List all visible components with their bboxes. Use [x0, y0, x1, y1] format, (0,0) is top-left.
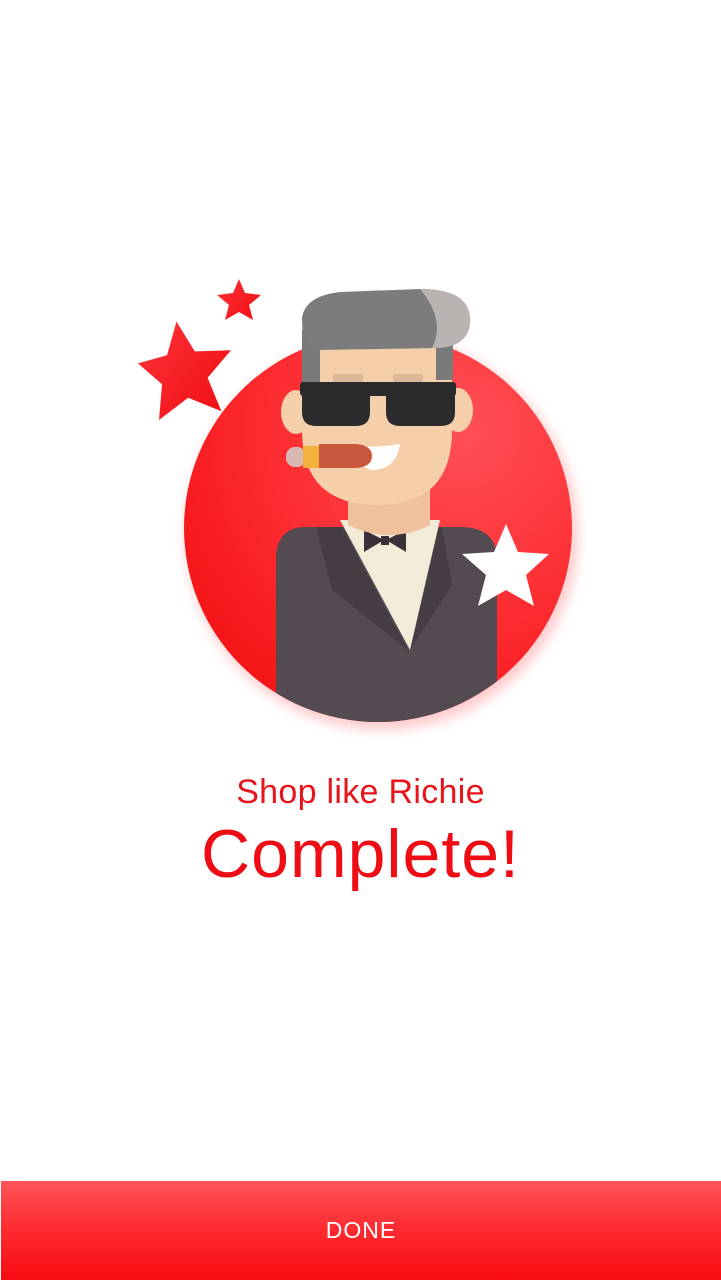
large-star-icon [137, 321, 231, 420]
achievement-illustration [130, 270, 590, 740]
cigar-icon [286, 444, 372, 468]
achievement-subtitle: Shop like Richie [236, 773, 485, 811]
done-button[interactable]: DONE [1, 1181, 721, 1280]
achievement-title: Complete! [201, 816, 520, 892]
small-star-icon [217, 279, 261, 320]
